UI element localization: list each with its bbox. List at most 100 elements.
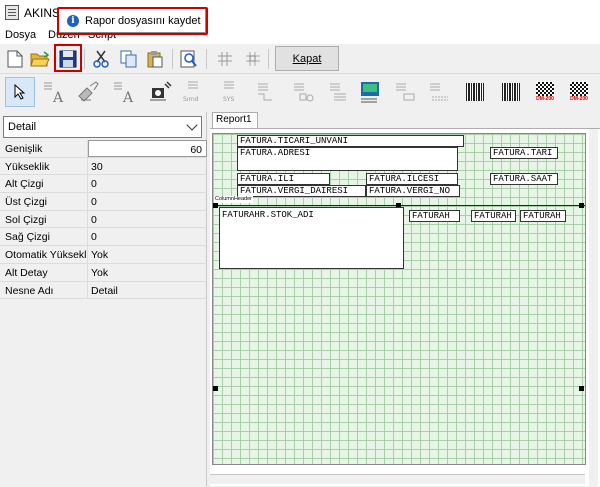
cut-button[interactable]: [89, 47, 113, 71]
camera-field-icon: [150, 81, 172, 101]
system-field-caption: SYS: [223, 96, 234, 103]
select-tool-button[interactable]: [5, 77, 35, 107]
db-field-tool-button[interactable]: [74, 77, 104, 107]
picture-tool-button[interactable]: [356, 77, 386, 107]
rich-text-tool-button[interactable]: [390, 77, 420, 107]
property-value-input[interactable]: 60: [88, 140, 207, 157]
property-row[interactable]: Otomatik Yükseklik Yok: [0, 246, 207, 264]
datamatrix-alt-caption: DM-200: [570, 96, 588, 102]
property-name: Alt Çizgi: [0, 175, 88, 193]
object-selector[interactable]: Detail: [3, 116, 202, 138]
report-page[interactable]: FATURA.TICARI_UNVANI FATURA.ADRESI FATUR…: [212, 133, 586, 465]
report-field[interactable]: FATURA.ADRESI: [237, 147, 458, 171]
date-field-caption: Sırnd: [183, 96, 199, 103]
report-header-band[interactable]: FATURA.TICARI_UNVANI FATURA.ADRESI FATUR…: [213, 134, 585, 197]
open-button[interactable]: [28, 47, 52, 71]
image-field-tool-button[interactable]: [146, 77, 176, 107]
stock-name-label: FATURAHR.STOK_ADI: [222, 210, 314, 220]
horizontal-scrollbar[interactable]: [210, 474, 585, 484]
property-row[interactable]: Alt Çizgi 0: [0, 175, 207, 194]
copy-button[interactable]: [117, 47, 141, 71]
object-selector-value: Detail: [8, 121, 37, 133]
property-value[interactable]: 0: [88, 211, 207, 228]
datamatrix2-tool-button[interactable]: DM-200: [564, 77, 594, 107]
resize-handle[interactable]: [579, 386, 584, 391]
property-value[interactable]: Yok: [88, 246, 207, 263]
property-row[interactable]: Üst Çizgi 0: [0, 193, 207, 211]
close-button[interactable]: Kapat: [275, 46, 339, 71]
report-field[interactable]: FATURA.ILI: [237, 173, 330, 185]
report-field[interactable]: FATURAH: [409, 210, 460, 222]
new-file-button[interactable]: [3, 47, 27, 71]
paste-icon: [147, 51, 163, 68]
align-grid-button[interactable]: [241, 47, 265, 71]
property-row[interactable]: Nesne Adı Detail: [0, 281, 207, 300]
design-canvas[interactable]: FATURA.TICARI_UNVANI FATURA.ADRESI FATUR…: [210, 128, 600, 487]
system-field-icon: SYS: [223, 81, 234, 103]
memo-tool-button[interactable]: [324, 77, 354, 107]
property-name: Alt Detay: [0, 263, 88, 281]
grid-button[interactable]: [213, 47, 237, 71]
property-value[interactable]: 0: [88, 175, 207, 192]
grid-icon: [218, 52, 232, 66]
resize-handle[interactable]: [213, 386, 218, 391]
report-field[interactable]: FATURA.VERGI_NO: [366, 185, 460, 197]
system-field-tool-button[interactable]: SYS: [216, 77, 246, 107]
property-value[interactable]: Detail: [88, 282, 207, 299]
pointer-arrow-icon: [14, 84, 26, 100]
property-row[interactable]: Alt Detay Yok: [0, 263, 207, 282]
text-label-icon: A: [44, 82, 64, 104]
tab-report1[interactable]: Report1: [212, 112, 258, 128]
stock-name-field[interactable]: FATURAHR.STOK_ADI: [219, 207, 404, 269]
property-row[interactable]: Genişlik 60: [0, 140, 207, 158]
expression-tool-button[interactable]: A: [110, 77, 140, 107]
shape-icon: [258, 83, 272, 101]
property-panel: Detail Genişlik 60 Yükseklik 30 Alt Çizgi 0…: [0, 112, 207, 486]
close-button-label: Kapat: [292, 52, 322, 65]
property-value[interactable]: 0: [88, 228, 207, 245]
property-value[interactable]: 0: [88, 193, 207, 210]
vertical-scrollbar[interactable]: [589, 129, 598, 487]
property-value[interactable]: Yok: [88, 264, 207, 281]
report-field[interactable]: FATURA.ILCESI: [366, 173, 458, 185]
memo-icon: [330, 83, 346, 101]
line-tool-button[interactable]: [424, 77, 454, 107]
save-highlight-frame: [54, 44, 82, 72]
date-field-tool-button[interactable]: Sırnd: [180, 77, 210, 107]
main-toolbar: Kapat: [0, 44, 600, 74]
property-row[interactable]: Yükseklik 30: [0, 157, 207, 176]
report-field[interactable]: FATURAH: [520, 210, 566, 222]
report-field[interactable]: FATURA.TARI: [490, 147, 558, 159]
property-row[interactable]: Sol Çizgi 0: [0, 210, 207, 229]
property-row[interactable]: Sağ Çizgi 0: [0, 228, 207, 247]
property-value[interactable]: 30: [88, 158, 207, 175]
tooltip-highlight-frame: [57, 7, 208, 35]
property-name: Yükseklik: [0, 157, 88, 175]
shape-tool-button[interactable]: [252, 77, 282, 107]
svg-text:A: A: [122, 90, 134, 104]
resize-handle[interactable]: [579, 203, 584, 208]
datamatrix-icon: DM-200: [536, 82, 554, 102]
property-name: Sağ Çizgi: [0, 228, 88, 246]
property-name: Genişlik: [0, 140, 88, 157]
paste-button[interactable]: [143, 47, 167, 71]
report-field[interactable]: FATURAH: [471, 210, 516, 222]
lines-icon: [430, 83, 448, 101]
label-tool-button[interactable]: A: [40, 77, 70, 107]
report-field[interactable]: FATURA.SAAT: [490, 173, 558, 185]
property-grid: Genişlik 60 Yükseklik 30 Alt Çizgi 0 Üst Çi…: [0, 140, 207, 300]
preview-button[interactable]: [177, 47, 201, 71]
barcode2-tool-button[interactable]: [496, 77, 526, 107]
report-field[interactable]: FATURA.TICARI_UNVANI: [237, 135, 464, 147]
date-field-icon: Sırnd: [183, 81, 199, 103]
barcode-alt-icon: [502, 83, 520, 101]
datamatrix-tool-button[interactable]: DM-200: [530, 77, 560, 107]
scissors-icon: [93, 50, 109, 68]
subreport-tool-button[interactable]: [288, 77, 318, 107]
report-field[interactable]: FATURA.VERGI_DAIRESI: [237, 185, 366, 197]
resize-handle[interactable]: [213, 203, 218, 208]
picture-icon: [361, 82, 379, 103]
barcode-tool-button[interactable]: [460, 77, 490, 107]
app-icon: [5, 5, 19, 20]
menu-file[interactable]: Dosya: [5, 29, 36, 41]
